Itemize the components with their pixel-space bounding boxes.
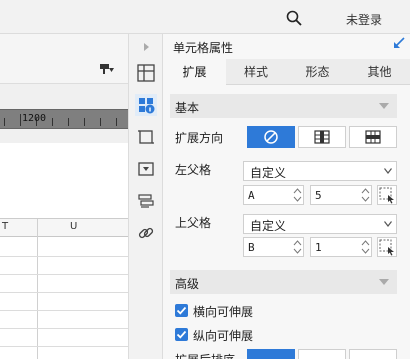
collapse-icon bbox=[379, 279, 389, 285]
collapse-arrow-icon[interactable] bbox=[393, 37, 405, 49]
advanced-section-header[interactable]: 高级 bbox=[170, 270, 397, 294]
sort-none-button[interactable] bbox=[247, 349, 295, 359]
chevron-down-icon bbox=[384, 168, 392, 174]
panel-title: 单元格属性 bbox=[173, 41, 234, 55]
chevron-down-icon bbox=[384, 221, 392, 227]
column-header-t[interactable]: T bbox=[2, 221, 8, 232]
property-tabs: 扩展 样式 形态 其他 bbox=[163, 59, 410, 85]
top-parent-select[interactable]: 自定义 bbox=[243, 214, 397, 234]
table-row bbox=[0, 256, 128, 257]
expand-panel-button[interactable] bbox=[135, 36, 157, 58]
vertical-expand-button[interactable] bbox=[298, 126, 346, 148]
dropdown-widget-icon bbox=[138, 162, 154, 176]
expand-direction-group bbox=[247, 126, 397, 148]
stepper-arrows-icon[interactable] bbox=[361, 239, 370, 255]
tab-expand[interactable]: 扩展 bbox=[163, 59, 226, 85]
ruler-label: 1200 bbox=[22, 113, 47, 124]
sort-descending-button[interactable] bbox=[349, 349, 397, 359]
stepper-arrows-icon[interactable] bbox=[293, 239, 302, 255]
cell-attribute-button[interactable] bbox=[135, 94, 157, 116]
top-parent-row-input[interactable]: 1 bbox=[310, 237, 372, 257]
left-parent-label: 左父格 bbox=[175, 163, 212, 177]
horizontal-extend-checkbox[interactable] bbox=[175, 304, 188, 317]
top-bar: 未登录 bbox=[0, 0, 410, 34]
sheet-toolbar bbox=[0, 34, 128, 84]
cell-grid-icon bbox=[137, 64, 155, 82]
crop-frame-icon bbox=[138, 130, 154, 144]
cell-element-button[interactable] bbox=[135, 62, 157, 84]
property-icon-bar bbox=[128, 34, 163, 359]
chevron-right-icon bbox=[144, 43, 149, 51]
table-settings-button[interactable] bbox=[135, 190, 157, 212]
horizontal-extend-label[interactable]: 横向可伸展 bbox=[193, 303, 253, 320]
tab-style[interactable]: 样式 bbox=[226, 59, 286, 85]
basic-section-label: 基本 bbox=[175, 101, 200, 115]
cell-attribute-icon bbox=[139, 98, 155, 114]
left-parent-column-input[interactable]: A bbox=[243, 185, 304, 205]
vertical-extend-label[interactable]: 纵向可伸展 bbox=[193, 327, 253, 344]
top-parent-value: 自定义 bbox=[250, 219, 287, 233]
table-row bbox=[0, 274, 128, 275]
condition-attribute-button[interactable] bbox=[135, 126, 157, 148]
horizontal-expand-icon bbox=[365, 130, 381, 144]
table-row bbox=[0, 292, 128, 293]
table-row bbox=[0, 328, 128, 329]
sort-ascending-button[interactable] bbox=[298, 349, 346, 359]
expand-direction-label: 扩展方向 bbox=[175, 131, 224, 145]
cell-property-panel: 单元格属性 扩展 样式 形态 其他 基本 扩展方向 左父格 自定义 A 5 上父… bbox=[163, 34, 410, 359]
basic-section-header[interactable]: 基本 bbox=[170, 94, 397, 118]
table-row bbox=[0, 346, 128, 347]
cell-picker-icon bbox=[379, 187, 394, 204]
stepper-arrows-icon[interactable] bbox=[293, 187, 302, 203]
horizontal-ruler: 1200 bbox=[0, 109, 128, 129]
no-expand-icon bbox=[264, 130, 278, 144]
search-icon[interactable] bbox=[286, 10, 302, 26]
login-link[interactable]: 未登录 bbox=[346, 11, 382, 28]
collapse-icon bbox=[379, 103, 389, 109]
table-row bbox=[0, 310, 128, 311]
top-parent-pick-button[interactable] bbox=[377, 237, 397, 257]
left-parent-pick-button[interactable] bbox=[377, 185, 397, 205]
left-parent-value: 自定义 bbox=[250, 166, 287, 180]
checkmark-icon bbox=[176, 306, 187, 315]
column-headers: T U bbox=[0, 219, 128, 237]
no-expand-button[interactable] bbox=[247, 126, 295, 148]
stepper-arrows-icon[interactable] bbox=[361, 187, 370, 203]
top-parent-label: 上父格 bbox=[175, 216, 212, 230]
left-parent-row-input[interactable]: 5 bbox=[310, 185, 372, 205]
top-parent-column-input[interactable]: B bbox=[243, 237, 304, 257]
layers-icon bbox=[138, 194, 154, 208]
column-header-u[interactable]: U bbox=[70, 221, 77, 232]
tab-form[interactable]: 形态 bbox=[286, 59, 349, 85]
checkmark-icon bbox=[176, 330, 187, 339]
link-icon bbox=[138, 227, 154, 239]
vertical-expand-icon bbox=[314, 130, 330, 144]
advanced-section-label: 高级 bbox=[175, 277, 200, 291]
format-painter-icon[interactable] bbox=[100, 64, 114, 76]
vertical-extend-checkbox[interactable] bbox=[175, 328, 188, 341]
spreadsheet-area: 1200 T U bbox=[0, 34, 128, 359]
sort-after-expand-label: 扩展后排序 bbox=[175, 351, 235, 359]
hyperlink-button[interactable] bbox=[135, 222, 157, 244]
horizontal-expand-button[interactable] bbox=[349, 126, 397, 148]
widget-settings-button[interactable] bbox=[135, 158, 157, 180]
tab-other[interactable]: 其他 bbox=[349, 59, 410, 85]
cell-picker-icon bbox=[379, 239, 394, 256]
left-parent-select[interactable]: 自定义 bbox=[243, 161, 397, 181]
